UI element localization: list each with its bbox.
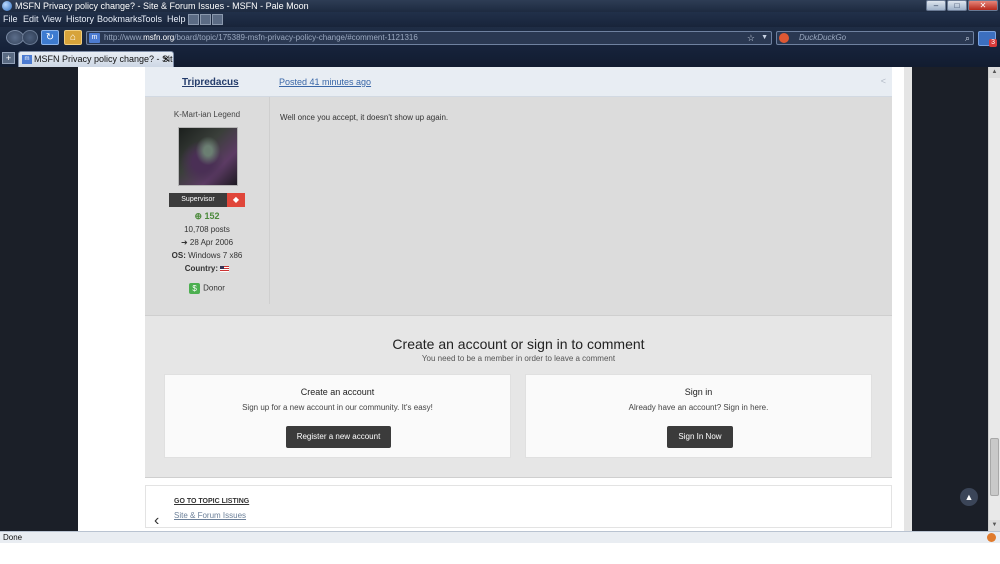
home-icon[interactable]: ⌂	[64, 30, 82, 45]
search-placeholder: DuckDuckGo	[799, 33, 847, 42]
url-dropdown-icon[interactable]: ▼	[761, 32, 768, 44]
create-account-title: Create an account	[300, 387, 375, 397]
supervisor-icon: ◆	[227, 193, 245, 207]
group-label: Supervisor	[169, 193, 227, 207]
signin-card: Sign in Already have an account? Sign in…	[525, 374, 872, 458]
post-content: Well once you accept, it doesn't show up…	[280, 113, 449, 122]
menu-view[interactable]: View	[42, 12, 61, 27]
search-icon[interactable]: ⌕	[965, 32, 970, 44]
post-author-link[interactable]: Tripredacus	[182, 77, 239, 88]
signin-card-desc: Already have an account? Sign in here.	[628, 403, 769, 412]
tab-favicon: m	[22, 55, 32, 64]
os-label: OS:	[171, 251, 186, 260]
avatar[interactable]	[178, 127, 238, 186]
signin-card-title: Sign in	[684, 387, 713, 397]
register-button[interactable]: Register a new account	[286, 426, 391, 448]
scroll-up-icon[interactable]: ▲	[989, 67, 1000, 78]
forward-button[interactable]	[22, 30, 38, 45]
tab-strip: + m MSFN Privacy policy change? - Site &…	[0, 49, 1000, 67]
page-gutter	[904, 67, 912, 531]
navigation-toolbar: ↻ ⌂ m http://www.msfn.org/board/topic/17…	[0, 27, 1000, 49]
group-badge: Supervisor ◆	[169, 193, 245, 207]
topic-navigation: ‹ GO TO TOPIC LISTING Site & Forum Issue…	[145, 485, 892, 530]
menu-bookmarks[interactable]: Bookmarks	[97, 12, 142, 27]
url-domain: msfn.org	[143, 33, 175, 42]
scroll-to-top-icon[interactable]: ▲	[960, 488, 978, 506]
signin-title: Create an account or sign in to comment	[392, 336, 645, 352]
joined-icon: ➜	[180, 238, 188, 247]
us-flag-icon	[220, 265, 230, 272]
mini-toolbar	[188, 14, 223, 25]
close-window-button[interactable]: ✕	[968, 0, 998, 11]
status-addon-icon[interactable]	[987, 533, 996, 542]
url-path: /board/topic/175389-msfn-privacy-policy-…	[174, 33, 418, 42]
page-scrollbar[interactable]: ▲ ▼	[988, 67, 1000, 531]
scroll-down-icon[interactable]: ▼	[989, 520, 1000, 531]
create-account-desc: Sign up for a new account in our communi…	[242, 403, 433, 412]
post-header: Tripredacus Posted 41 minutes ago <	[145, 67, 892, 97]
chevron-left-icon[interactable]: ‹	[154, 512, 159, 530]
toolbar-icon[interactable]	[188, 14, 199, 25]
window-controls: – □ ✕	[926, 0, 998, 11]
post-date-link[interactable]: Posted 41 minutes ago	[279, 77, 371, 87]
donor-badge: $ Donor	[145, 283, 269, 294]
bookmark-star-icon[interactable]: ☆	[747, 32, 755, 44]
address-bar[interactable]: m http://www.msfn.org/board/topic/175389…	[86, 31, 772, 45]
addon-badge: 3	[989, 39, 997, 47]
dollar-icon: $	[189, 283, 201, 294]
menu-edit[interactable]: Edit	[23, 12, 39, 27]
signin-button[interactable]: Sign In Now	[667, 426, 733, 448]
donor-label: Donor	[203, 283, 225, 293]
reload-icon[interactable]: ↻	[41, 30, 59, 45]
url-prefix: http://www.	[104, 33, 144, 42]
minimize-button[interactable]: –	[926, 0, 946, 11]
joined-date: ➜ 28 Apr 2006	[145, 238, 269, 247]
os-value: Windows 7 x86	[188, 251, 243, 260]
tab-groups-icon[interactable]: +	[2, 52, 15, 64]
tab-close-icon[interactable]: ✕	[162, 52, 170, 67]
country-label: Country:	[184, 264, 219, 273]
author-rank: K-Mart-ian Legend	[173, 110, 241, 119]
toolbar-icon[interactable]	[212, 14, 223, 25]
pale-moon-icon	[2, 1, 12, 11]
maximize-button[interactable]: □	[947, 0, 967, 11]
window-title: MSFN Privacy policy change? - Site & For…	[15, 1, 309, 11]
tab-title: MSFN Privacy policy change? - Site &...	[34, 54, 173, 64]
reputation: ⊕ 152	[145, 211, 269, 222]
menu-tools[interactable]: Tools	[141, 12, 162, 27]
reputation-plus-icon: ⊕	[194, 211, 202, 221]
page-viewport: Tripredacus Posted 41 minutes ago < K-Ma…	[0, 67, 988, 531]
post-count: 10,708 posts	[184, 225, 230, 234]
reputation-value: 152	[204, 211, 220, 221]
post-body: K-Mart-ian Legend Supervisor ◆ ⊕ 152 10,…	[145, 97, 892, 315]
scrollbar-thumb[interactable]	[990, 438, 999, 496]
author-os: OS: Windows 7 x86	[145, 251, 269, 260]
go-to-topic-listing-link[interactable]: GO TO TOPIC LISTING	[174, 498, 249, 505]
menu-help[interactable]: Help	[167, 12, 186, 27]
signin-panel: Create an account or sign in to comment …	[145, 315, 892, 478]
signin-subtitle: You need to be a member in order to leav…	[421, 354, 616, 363]
site-identity-icon[interactable]: m	[89, 33, 100, 43]
author-info: K-Mart-ian Legend Supervisor ◆ ⊕ 152 10,…	[145, 97, 270, 304]
menu-history[interactable]: History	[66, 12, 94, 27]
joined-value: 28 Apr 2006	[189, 238, 234, 247]
toolbar-icon[interactable]	[200, 14, 211, 25]
menu-bar: File Edit View History Bookmarks Tools H…	[0, 12, 1000, 27]
menu-file[interactable]: File	[3, 12, 18, 27]
share-icon[interactable]: <	[881, 76, 886, 86]
status-bar: Done	[0, 531, 1000, 543]
addon-icon[interactable]: 3	[978, 31, 997, 47]
forum-link[interactable]: Site & Forum Issues	[174, 511, 246, 520]
create-account-card: Create an account Sign up for a new acco…	[164, 374, 511, 458]
window-titlebar: MSFN Privacy policy change? - Site & For…	[0, 0, 1000, 12]
bottom-area	[0, 543, 1000, 564]
tab-active[interactable]: m MSFN Privacy policy change? - Site &..…	[18, 51, 174, 67]
search-bar[interactable]: DuckDuckGo ⌕	[776, 31, 974, 45]
author-country: Country:	[145, 264, 269, 273]
duckduckgo-icon[interactable]	[779, 33, 789, 43]
